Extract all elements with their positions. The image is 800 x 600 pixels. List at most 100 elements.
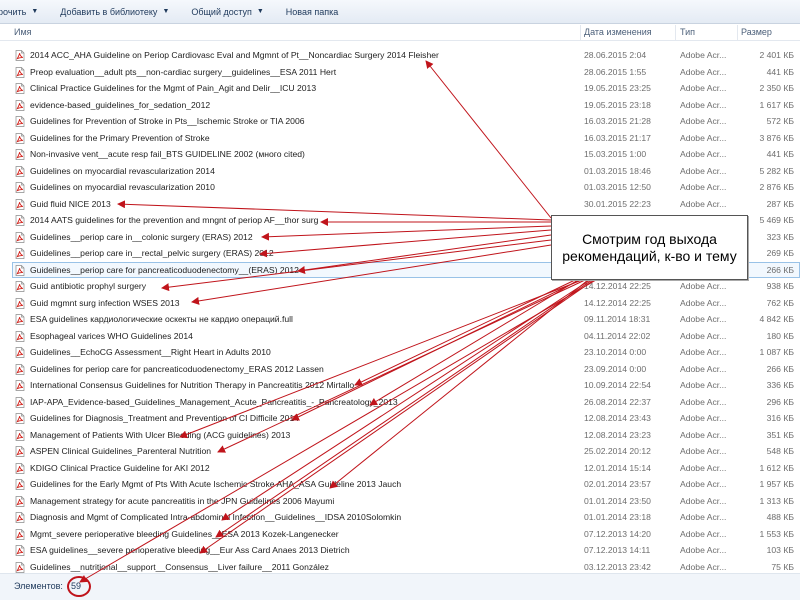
file-row[interactable]: Guidelines for the Primary Prevention of… bbox=[0, 130, 800, 147]
file-row[interactable]: Diagnosis and Mgmt of Complicated Intra-… bbox=[0, 509, 800, 526]
file-row[interactable]: Clinical Practice Guidelines for the Mgm… bbox=[0, 80, 800, 97]
file-size: 351 КБ bbox=[766, 429, 794, 440]
toolbar-button-2[interactable]: Общий доступ ▼ bbox=[180, 0, 274, 23]
file-name: Mgmt_severe perioperative bleeding Guide… bbox=[30, 528, 339, 539]
pdf-file-icon bbox=[15, 215, 25, 226]
file-row[interactable]: Guidelines for periop care for pancreati… bbox=[0, 361, 800, 378]
file-row[interactable]: Management strategy for acute pancreatit… bbox=[0, 493, 800, 510]
column-divider[interactable] bbox=[675, 25, 676, 40]
file-size: 938 КБ bbox=[766, 281, 794, 291]
file-name: Guidelines for the Primary Prevention of… bbox=[30, 132, 210, 143]
pdf-file-icon bbox=[15, 297, 25, 309]
file-name: Preop evaluation__adult pts__non-cardiac… bbox=[30, 66, 337, 77]
pdf-file-icon bbox=[15, 512, 25, 523]
file-date-modified: 28.06.2015 1:55 bbox=[584, 66, 647, 77]
file-size: 287 КБ bbox=[766, 198, 794, 209]
file-row[interactable]: KDIGO Clinical Practice Guideline for AK… bbox=[0, 460, 800, 477]
file-name: Guidelines for periop care for pancreati… bbox=[30, 363, 324, 374]
column-divider[interactable] bbox=[737, 25, 738, 40]
file-row[interactable]: Guid mgmnt surg infection WSES 2013 14.12… bbox=[0, 295, 800, 312]
pdf-file-icon bbox=[15, 248, 25, 259]
file-name: Guidelines for Prevention of Stroke in P… bbox=[30, 116, 305, 126]
column-header-type[interactable]: Тип bbox=[680, 24, 695, 41]
pdf-file-icon bbox=[15, 347, 25, 358]
file-date-modified: 19.05.2015 23:18 bbox=[584, 99, 651, 110]
file-type: Adobe Acr... bbox=[680, 149, 727, 159]
file-row[interactable]: Management of Patients With Ulcer Bleedi… bbox=[0, 427, 800, 444]
file-name: ESA guidelines кардиологические оскекты … bbox=[30, 314, 293, 324]
pdf-file-icon bbox=[15, 50, 25, 61]
file-size: 103 КБ bbox=[766, 545, 794, 555]
file-row[interactable]: Preop evaluation__adult pts__non-cardiac… bbox=[0, 64, 800, 81]
pdf-file-icon bbox=[15, 99, 25, 111]
file-date-modified: 04.11.2014 22:02 bbox=[584, 330, 651, 341]
file-row[interactable]: Guidelines for Diagnosis_Treatment and P… bbox=[0, 410, 800, 427]
file-row[interactable]: Guidelines on myocardial revascularizati… bbox=[0, 179, 800, 196]
toolbar-button-label: Добавить в библиотеку bbox=[60, 6, 158, 17]
file-date-modified: 03.12.2013 23:42 bbox=[584, 561, 651, 572]
file-row[interactable]: Guidelines on myocardial revascularizati… bbox=[0, 163, 800, 180]
file-size: 296 КБ bbox=[766, 396, 794, 407]
file-name: Guid mgmnt surg infection WSES 2013 bbox=[30, 297, 180, 308]
file-row[interactable]: Guidelines for the Early Mgmt of Pts Wit… bbox=[0, 476, 800, 493]
file-size: 2 350 КБ bbox=[759, 83, 794, 93]
chevron-down-icon: ▼ bbox=[31, 8, 39, 15]
file-type: Adobe Acr... bbox=[680, 314, 727, 324]
pdf-file-icon bbox=[15, 413, 25, 424]
file-row[interactable]: Esophageal varices WHO Guidelines 2014 04… bbox=[0, 328, 800, 345]
file-type: Adobe Acr... bbox=[680, 413, 727, 423]
file-type: Adobe Acr... bbox=[680, 83, 727, 93]
file-type: Adobe Acr... bbox=[680, 182, 727, 192]
file-row[interactable]: Guid fluid NICE 2013 30.01.2015 22:23 Adob… bbox=[0, 196, 800, 213]
column-divider[interactable] bbox=[580, 25, 581, 40]
file-size: 3 876 КБ bbox=[759, 132, 794, 143]
file-date-modified: 14.12.2014 22:25 bbox=[584, 297, 651, 308]
file-type: Adobe Acr... bbox=[680, 99, 727, 110]
file-type: Adobe Acr... bbox=[680, 297, 727, 308]
file-type: Adobe Acr... bbox=[680, 50, 727, 60]
file-name: ASPEN Clinical Guidelines_Parenteral Nut… bbox=[30, 446, 212, 456]
file-row[interactable]: ASPEN Clinical Guidelines_Parenteral Nut… bbox=[0, 443, 800, 460]
file-date-modified: 23.09.2014 0:00 bbox=[584, 363, 647, 374]
file-row[interactable]: evidence-based_guidelines_for_sedation_2… bbox=[0, 97, 800, 114]
file-date-modified: 12.08.2014 23:43 bbox=[584, 413, 651, 423]
column-header-date[interactable]: Дата изменения bbox=[584, 24, 652, 41]
file-row[interactable]: Guidelines__EchoCG Assessment__Right Hea… bbox=[0, 344, 800, 361]
toolbar-button-label: Новая папка bbox=[285, 6, 339, 17]
pdf-file-icon bbox=[15, 495, 25, 507]
file-name: Guidelines for the Early Mgmt of Pts Wit… bbox=[30, 479, 402, 489]
pdf-file-icon bbox=[15, 330, 25, 342]
file-date-modified: 07.12.2013 14:20 bbox=[584, 528, 651, 539]
pdf-file-icon bbox=[15, 165, 25, 177]
column-header-name[interactable]: Имя bbox=[14, 24, 32, 41]
file-date-modified: 02.01.2014 23:57 bbox=[584, 479, 651, 489]
file-type: Adobe Acr... bbox=[680, 429, 727, 440]
file-type: Adobe Acr... bbox=[680, 561, 727, 572]
file-row[interactable]: Guidelines for Prevention of Stroke in P… bbox=[0, 113, 800, 130]
file-date-modified: 01.01.2014 23:18 bbox=[584, 512, 651, 522]
file-row[interactable]: Guid antibiotic prophyl surgery 14.12.201… bbox=[0, 278, 800, 295]
file-size: 1 087 КБ bbox=[759, 347, 794, 357]
toolbar-button-label: рочить bbox=[0, 6, 27, 17]
file-size: 1 553 КБ bbox=[759, 528, 794, 539]
file-row[interactable]: ESA guidelines кардиологические оскекты … bbox=[0, 311, 800, 328]
toolbar-button-3[interactable]: Новая папка bbox=[275, 0, 349, 23]
file-row[interactable]: Guidelines__nutritional__support__Consen… bbox=[0, 559, 800, 574]
file-row[interactable]: IAP-APA_Evidence-based_Guidelines_Manage… bbox=[0, 394, 800, 411]
file-row[interactable]: 2014 ACC_AHA Guideline on Periop Cardiov… bbox=[0, 47, 800, 64]
file-date-modified: 12.01.2014 15:14 bbox=[584, 462, 651, 473]
pdf-file-icon bbox=[15, 561, 25, 573]
annotation-circle bbox=[67, 576, 91, 597]
pdf-file-icon bbox=[15, 462, 25, 474]
file-row[interactable]: Non-invasive vent__acute resp fail_BTS G… bbox=[0, 146, 800, 163]
column-header-size[interactable]: Размер bbox=[741, 24, 772, 41]
file-name: Guidelines__periop care in__colonic surg… bbox=[30, 231, 253, 242]
file-date-modified: 19.05.2015 23:25 bbox=[584, 83, 651, 93]
file-row[interactable]: ESA guidelines__severe perioperative ble… bbox=[0, 542, 800, 559]
file-row[interactable]: International Consensus Guidelines for N… bbox=[0, 377, 800, 394]
pdf-file-icon bbox=[15, 528, 25, 540]
file-row[interactable]: Mgmt_severe perioperative bleeding Guide… bbox=[0, 526, 800, 543]
pdf-file-icon bbox=[15, 231, 25, 243]
toolbar-button-1[interactable]: Добавить в библиотеку ▼ bbox=[49, 0, 180, 23]
toolbar-button-0[interactable]: рочить ▼ bbox=[0, 0, 49, 23]
